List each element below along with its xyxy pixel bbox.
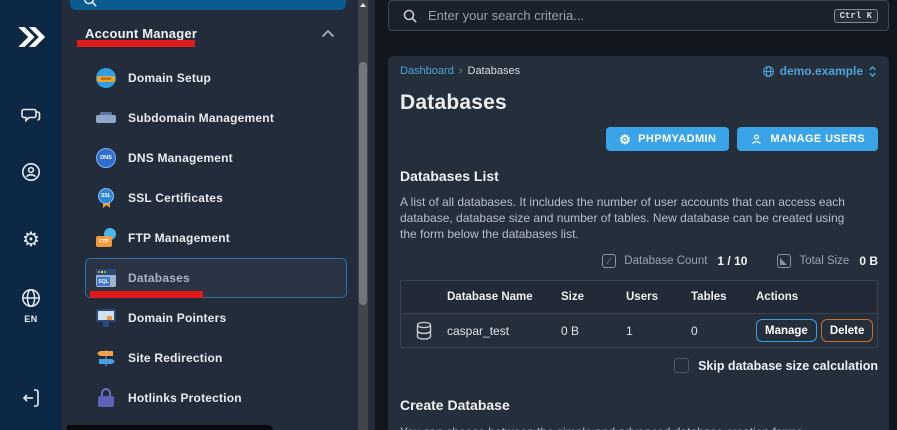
bottom-overlay-bar xyxy=(67,425,273,430)
rail-logout-button[interactable] xyxy=(0,386,62,410)
chevron-up-down-icon xyxy=(868,65,877,78)
size-chart-icon xyxy=(777,254,792,268)
create-database-description: You can choose between the simple and ad… xyxy=(400,425,877,430)
search-input[interactable] xyxy=(428,8,834,23)
col-users: Users xyxy=(626,291,658,303)
ftp-folder-icon: FTP xyxy=(96,228,116,248)
gear-icon: ⚙ xyxy=(619,131,632,147)
col-size: Size xyxy=(561,291,585,303)
ssl-rosette-icon: SSL xyxy=(96,188,116,208)
sidebar-search[interactable] xyxy=(70,0,346,10)
app-rail: ⚙ EN xyxy=(0,0,62,430)
total-size-label: Total Size xyxy=(799,255,850,267)
breadcrumb-current: Databases xyxy=(467,65,521,77)
sidebar-item-domain-pointers[interactable]: Domain Pointers xyxy=(85,298,347,338)
sidebar-item-domain-setup[interactable]: www Domain Setup xyxy=(85,58,347,98)
language-label: EN xyxy=(24,314,38,324)
table-row: caspar_test 0 B 1 0 Manage Delete xyxy=(401,314,877,347)
scrollbar-up-arrow-icon[interactable] xyxy=(360,3,366,7)
sidebar-menu: www Domain Setup Subdomain Management DN… xyxy=(85,58,347,418)
domain-selector-value: demo.example xyxy=(779,64,863,78)
globe-www-icon: www xyxy=(96,68,116,88)
cell-users: 1 xyxy=(626,323,633,338)
skip-size-label: Skip database size calculation xyxy=(698,358,878,373)
content-panel: Dashboard › Databases demo.example Datab… xyxy=(388,56,889,430)
count-badge-icon: ∕ xyxy=(602,254,617,268)
cell-size: 0 B xyxy=(561,323,580,338)
database-count-label: Database Count xyxy=(624,255,708,267)
annotation-underline-databases xyxy=(90,291,203,298)
sidebar-item-hotlinks-protection[interactable]: Hotlinks Protection xyxy=(85,378,347,418)
sidebar-scrollbar[interactable] xyxy=(358,0,368,430)
col-database-name: Database Name xyxy=(447,291,533,303)
manage-users-button[interactable]: MANAGE USERS xyxy=(737,127,878,151)
chevron-up-icon xyxy=(321,29,335,38)
sidebar-item-subdomain-management[interactable]: Subdomain Management xyxy=(85,98,347,138)
database-count-value: 1 / 10 xyxy=(717,254,748,268)
global-search-bar[interactable]: Ctrl K xyxy=(388,0,889,31)
databases-list-title: Databases List xyxy=(400,168,499,184)
table-header-row: Database Name Size Users Tables Actions xyxy=(401,281,877,314)
search-icon xyxy=(402,8,418,24)
gear-icon: ⚙ xyxy=(22,229,40,251)
delete-button[interactable]: Delete xyxy=(820,319,874,342)
total-size-value: 0 B xyxy=(859,254,878,268)
skip-size-row: Skip database size calculation xyxy=(399,358,878,373)
logo-chevrons-icon xyxy=(14,20,48,54)
sidebar-scrollbar-thumb[interactable] xyxy=(359,62,367,305)
chat-icon xyxy=(19,103,43,127)
rail-chat-button[interactable] xyxy=(0,103,62,127)
user-icon xyxy=(750,133,763,146)
monitor-icon xyxy=(96,308,116,328)
databases-stats: ∕ Database Count 1 / 10 Total Size 0 B xyxy=(399,254,878,268)
skip-size-checkbox[interactable] xyxy=(674,358,690,373)
globe-icon xyxy=(762,65,775,78)
cell-tables: 0 xyxy=(691,323,698,338)
breadcrumb: Dashboard › Databases demo.example xyxy=(400,64,877,78)
domain-selector[interactable]: demo.example xyxy=(762,64,877,78)
subdomain-bar-icon xyxy=(96,108,116,128)
sidebar-section-account-manager[interactable]: Account Manager xyxy=(85,26,335,41)
rail-language-button[interactable]: EN xyxy=(0,286,62,324)
cell-actions: Manage Delete xyxy=(756,319,879,342)
phpmyadmin-button[interactable]: ⚙ PHPMYADMIN xyxy=(606,127,730,151)
keyboard-shortcut-badge: Ctrl K xyxy=(833,8,878,23)
sidebar: Account Manager www Domain Setup Subdoma… xyxy=(62,0,375,430)
breadcrumb-separator: › xyxy=(458,65,463,77)
main-area: Ctrl K Dashboard › Databases demo.exampl… xyxy=(375,0,897,430)
rail-account-button[interactable] xyxy=(0,160,62,184)
create-database-title: Create Database xyxy=(400,397,510,413)
padlock-icon xyxy=(96,388,116,408)
account-icon xyxy=(19,160,43,184)
cell-database-name: caspar_test xyxy=(447,323,510,338)
col-actions: Actions xyxy=(756,291,799,303)
globe-icon xyxy=(19,286,43,310)
breadcrumb-dashboard-link[interactable]: Dashboard xyxy=(400,65,454,77)
database-cylinder-icon xyxy=(401,321,447,341)
app-logo[interactable] xyxy=(0,20,62,54)
logout-icon xyxy=(19,386,43,410)
sidebar-item-ftp-management[interactable]: FTP FTP Management xyxy=(85,218,347,258)
section-label: Account Manager xyxy=(85,26,198,41)
databases-table: Database Name Size Users Tables Actions … xyxy=(400,280,878,348)
sidebar-item-dns-management[interactable]: DNS DNS Management xyxy=(85,138,347,178)
sql-window-icon: SQL xyxy=(96,268,116,288)
search-icon xyxy=(82,0,98,8)
page-actions: ⚙ PHPMYADMIN MANAGE USERS xyxy=(399,127,878,151)
annotation-underline-account-manager xyxy=(77,40,195,47)
sidebar-item-ssl-certificates[interactable]: SSL SSL Certificates xyxy=(85,178,347,218)
rail-settings-button[interactable]: ⚙ xyxy=(0,230,62,250)
signpost-icon xyxy=(96,348,116,368)
col-tables: Tables xyxy=(691,291,727,303)
page-title: Databases xyxy=(400,91,507,114)
sidebar-item-site-redirection[interactable]: Site Redirection xyxy=(85,338,347,378)
manage-button[interactable]: Manage xyxy=(756,319,817,342)
dns-circle-icon: DNS xyxy=(96,148,116,168)
databases-list-description: A list of all databases. It includes the… xyxy=(400,195,845,241)
